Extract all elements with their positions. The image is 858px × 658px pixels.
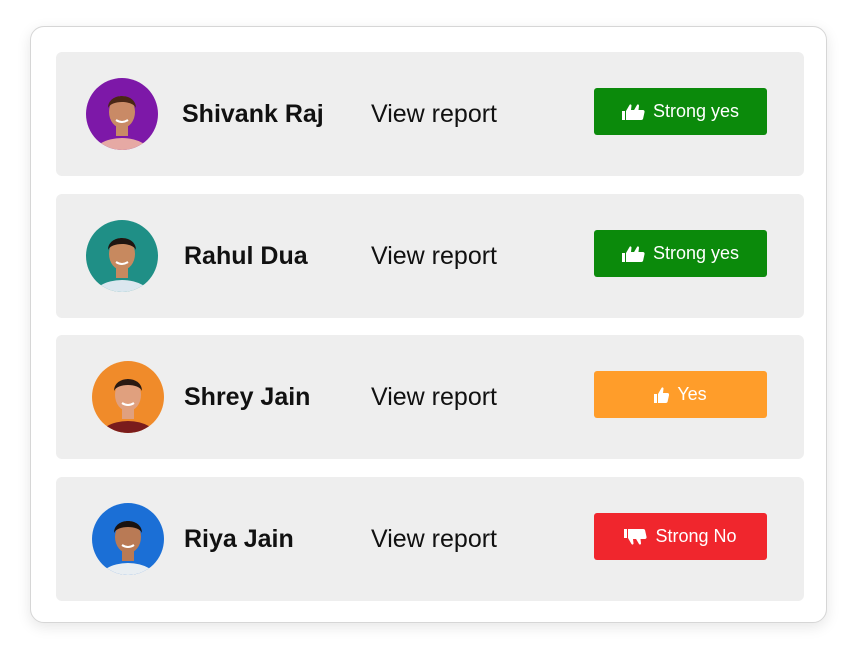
- candidate-name: Shivank Raj: [182, 100, 324, 128]
- candidate-row: Shrey Jain View report Yes: [56, 335, 804, 459]
- candidate-row: Shivank Raj View report Strong yes: [56, 52, 804, 176]
- verdict-label: Strong No: [655, 526, 737, 546]
- avatar: [86, 220, 158, 292]
- candidate-name: Shrey Jain: [184, 383, 311, 411]
- double-thumbs-down-icon: [624, 528, 648, 546]
- candidate-name: Rahul Dua: [184, 242, 308, 270]
- avatar: [92, 503, 164, 575]
- candidate-row: Rahul Dua View report Strong yes: [56, 194, 804, 318]
- verdict-badge[interactable]: Yes: [594, 371, 767, 418]
- verdict-badge[interactable]: Strong yes: [594, 230, 767, 277]
- candidate-name: Riya Jain: [184, 525, 294, 553]
- avatar: [92, 361, 164, 433]
- view-report-link[interactable]: View report: [371, 99, 497, 129]
- candidate-row: Riya Jain View report Strong No: [56, 477, 804, 601]
- candidate-list-card: Shivank Raj View report Strong yes Rahul…: [30, 26, 827, 623]
- view-report-link[interactable]: View report: [371, 382, 497, 412]
- verdict-badge[interactable]: Strong yes: [594, 88, 767, 135]
- thumbs-up-icon: [654, 386, 670, 404]
- verdict-label: Strong yes: [652, 243, 740, 263]
- verdict-badge[interactable]: Strong No: [594, 513, 767, 560]
- view-report-link[interactable]: View report: [371, 524, 497, 554]
- verdict-label: Strong yes: [652, 101, 740, 121]
- avatar: [86, 78, 158, 150]
- view-report-link[interactable]: View report: [371, 241, 497, 271]
- double-thumbs-up-icon: [621, 245, 646, 263]
- verdict-label: Yes: [677, 384, 707, 404]
- double-thumbs-up-icon: [621, 103, 646, 121]
